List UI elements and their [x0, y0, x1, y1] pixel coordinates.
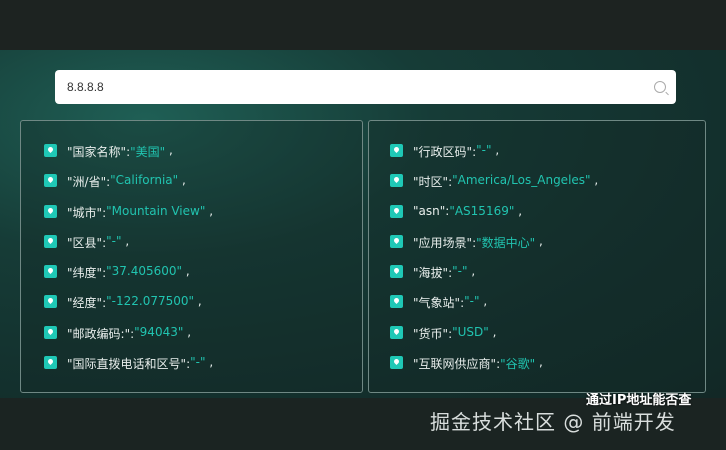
info-value: "AS15169": [449, 203, 515, 218]
comma: ,: [205, 355, 214, 370]
comma: ,: [488, 324, 497, 339]
comma: ,: [178, 173, 186, 188]
info-row: "行政区码": "-" ,: [369, 143, 705, 173]
info-row: "国家名称": "美国" ,: [21, 143, 362, 173]
info-key: "应用场景":: [413, 235, 477, 250]
info-key: "邮政编码:":: [67, 326, 135, 341]
info-row: "城市": "Mountain View" ,: [21, 204, 362, 234]
comma: ,: [535, 233, 543, 248]
ip-search-box[interactable]: [55, 70, 676, 104]
location-pin-icon: [44, 204, 57, 218]
info-value: "94043": [134, 324, 184, 339]
info-value: "谷歌": [500, 357, 536, 372]
info-key: "城市":: [67, 205, 107, 220]
info-key: "行政区码":: [413, 145, 477, 159]
location-pin-icon: [44, 265, 57, 279]
top-bar: [0, 0, 726, 50]
video-caption: 通过IP地址能否查: [586, 393, 692, 408]
comma: ,: [194, 294, 202, 309]
location-pin-icon: [390, 204, 403, 218]
info-row: "国际直拨电话和区号": "-" ,: [21, 355, 362, 385]
info-key: "海拔":: [413, 266, 453, 281]
info-value: "-": [452, 264, 468, 279]
info-row: "海拔": "-" ,: [369, 264, 705, 294]
location-pin-icon: [390, 265, 403, 279]
comma: ,: [165, 143, 173, 157]
info-row: "asn": "AS15169" ,: [369, 204, 705, 234]
location-pin-icon: [390, 174, 403, 188]
info-row: "应用场景": "数据中心" ,: [369, 234, 705, 264]
info-value: "37.405600": [106, 264, 183, 279]
info-key: "时区":: [413, 175, 453, 190]
info-row: "邮政编码:": "94043" ,: [21, 325, 362, 355]
location-pin-icon: [390, 234, 403, 248]
ip-info-panel-left: "国家名称": "美国" , "洲/省": "California" , "城市":…: [20, 120, 363, 393]
info-key: "气象站":: [413, 296, 465, 311]
location-pin-icon: [44, 234, 57, 248]
info-row: "气象站": "-" ,: [369, 294, 705, 324]
location-pin-icon: [44, 325, 57, 339]
location-pin-icon: [44, 356, 57, 370]
location-pin-icon: [44, 295, 57, 309]
info-value: "America/Los_Angeles": [452, 173, 591, 188]
comma: ,: [205, 203, 214, 218]
ip-info-panel-right: "行政区码": "-" , "时区": "America/Los_Angeles"…: [368, 120, 706, 393]
info-value: "数据中心": [476, 235, 536, 250]
info-row: "互联网供应商": "谷歌" ,: [369, 355, 705, 385]
comma: ,: [183, 324, 192, 339]
location-pin-icon: [44, 174, 57, 188]
info-key: "经度":: [67, 296, 107, 311]
info-key: "货币":: [413, 326, 453, 341]
info-value: "-": [476, 143, 492, 157]
info-value: "美国": [130, 145, 166, 159]
location-pin-icon: [390, 295, 403, 309]
info-value: "-122.077500": [106, 294, 195, 309]
info-value: "California": [110, 173, 179, 188]
comma: ,: [535, 355, 543, 370]
comma: ,: [182, 264, 190, 279]
comma: ,: [590, 173, 599, 188]
info-row: "区县": "-" ,: [21, 234, 362, 264]
watermark: 掘金技术社区 @ 前端开发: [430, 410, 676, 434]
info-value: "USD": [452, 324, 489, 339]
location-pin-icon: [390, 144, 403, 157]
info-key: "国家名称":: [67, 145, 131, 159]
location-pin-icon: [390, 356, 403, 370]
comma: ,: [479, 294, 488, 309]
comma: ,: [467, 264, 476, 279]
comma: ,: [514, 203, 523, 218]
info-value: "Mountain View": [106, 203, 206, 218]
info-key: "asn":: [413, 203, 450, 218]
info-key: "区县":: [67, 235, 107, 250]
ip-search-input[interactable]: [65, 79, 654, 95]
info-key: "国际直拨电话和区号":: [67, 357, 191, 372]
info-row: "货币": "USD" ,: [369, 325, 705, 355]
comma: ,: [121, 233, 130, 248]
comma: ,: [491, 143, 500, 157]
info-key: "纬度":: [67, 266, 107, 281]
info-value: "-": [106, 233, 122, 248]
info-value: "-": [464, 294, 480, 309]
info-key: "互联网供应商":: [413, 357, 501, 372]
info-row: "纬度": "37.405600" ,: [21, 264, 362, 294]
info-row: "时区": "America/Los_Angeles" ,: [369, 173, 705, 203]
search-icon[interactable]: [654, 81, 666, 93]
info-row: "经度": "-122.077500" ,: [21, 294, 362, 324]
info-value: "-": [190, 355, 206, 370]
info-key: "洲/省":: [67, 175, 111, 190]
location-pin-icon: [44, 144, 57, 157]
info-row: "洲/省": "California" ,: [21, 173, 362, 203]
location-pin-icon: [390, 325, 403, 339]
